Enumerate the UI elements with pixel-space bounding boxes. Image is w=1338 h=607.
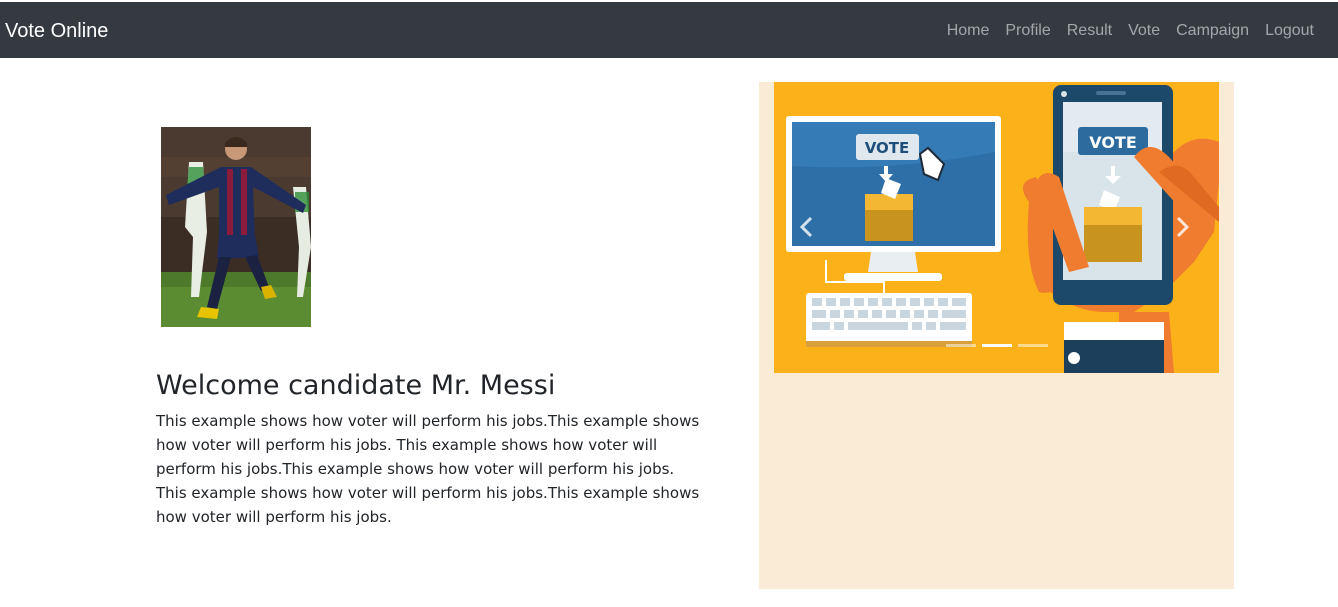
nav-link-vote[interactable]: Vote — [1128, 21, 1160, 41]
nav-links: Home Profile Result Vote Campaign Logout — [947, 21, 1314, 41]
nav-link-campaign[interactable]: Campaign — [1176, 21, 1249, 41]
vote-illustration: VOTE VOTE — [774, 82, 1219, 373]
chevron-right-icon — [1176, 216, 1190, 238]
carousel-next-button[interactable] — [1167, 212, 1197, 242]
brand-title[interactable]: Vote Online — [5, 20, 108, 42]
carousel-indicator[interactable] — [946, 344, 976, 347]
monitor-vote-label: VOTE — [865, 139, 910, 157]
image-carousel[interactable]: VOTE VOTE — [774, 82, 1219, 373]
chevron-left-icon — [799, 216, 813, 238]
nav-link-home[interactable]: Home — [947, 21, 990, 41]
nav-link-profile[interactable]: Profile — [1005, 21, 1050, 41]
candidate-photo — [161, 127, 311, 327]
nav-link-logout[interactable]: Logout — [1265, 21, 1314, 41]
navbar: Vote Online Home Profile Result Vote Cam… — [0, 2, 1338, 58]
welcome-heading: Welcome candidate Mr. Messi — [156, 370, 556, 401]
phone-vote-label: VOTE — [1089, 133, 1137, 152]
nav-link-result[interactable]: Result — [1067, 21, 1112, 41]
carousel-prev-button[interactable] — [792, 212, 822, 242]
carousel-indicator-active[interactable] — [982, 344, 1012, 347]
carousel-indicator[interactable] — [1018, 344, 1048, 347]
carousel-indicators — [946, 344, 1048, 347]
description-text: This example shows how voter will perfor… — [156, 412, 700, 526]
